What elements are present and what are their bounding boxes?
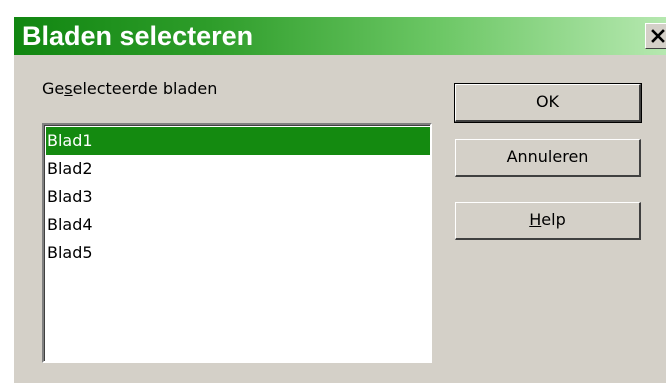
sheet-list-item[interactable]: Blad2 xyxy=(46,155,430,183)
sheets-listbox[interactable]: Blad1 Blad2 Blad3 Blad4 Blad5 xyxy=(42,123,432,363)
sheet-list-item[interactable]: Blad1 xyxy=(46,127,430,155)
ok-button[interactable]: OK xyxy=(454,83,642,123)
close-icon xyxy=(651,29,665,43)
sheet-list-item[interactable]: Blad5 xyxy=(46,239,430,267)
help-button[interactable]: Help xyxy=(455,202,641,240)
select-sheets-dialog: Bladen selecteren Geselecteerde bladen B… xyxy=(13,16,666,383)
selected-sheets-label: Geselecteerde bladen xyxy=(42,79,218,98)
title-bar[interactable]: Bladen selecteren xyxy=(14,17,666,55)
dialog-title: Bladen selecteren xyxy=(22,21,254,51)
sheet-list-item[interactable]: Blad4 xyxy=(46,211,430,239)
sheet-list-item[interactable]: Blad3 xyxy=(46,183,430,211)
cancel-button[interactable]: Annuleren xyxy=(455,139,641,177)
close-button[interactable] xyxy=(645,23,666,49)
